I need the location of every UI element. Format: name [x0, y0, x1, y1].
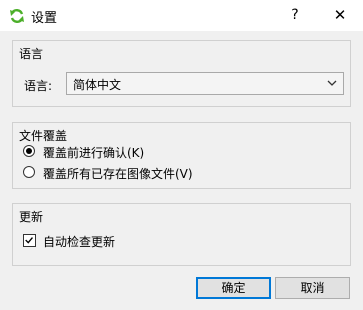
language-select[interactable]: 简体中文	[66, 72, 344, 95]
title-bar: 设置 ? ✕	[0, 0, 363, 31]
group-title-overwrite: 文件覆盖	[19, 129, 68, 143]
overwrite-group: 文件覆盖 覆盖前进行确认(K) 覆盖所有已存在图像文件(V)	[12, 122, 351, 189]
refresh-icon	[10, 9, 24, 23]
radio-overwrite-all[interactable]	[23, 166, 35, 178]
update-group: 更新 自动检查更新	[12, 203, 351, 266]
cancel-button[interactable]: 取消	[275, 277, 350, 299]
auto-check-update-checkbox[interactable]	[23, 234, 36, 247]
help-button[interactable]: ?	[283, 4, 307, 26]
option-label: 覆盖所有已存在图像文件(V)	[43, 167, 193, 181]
ok-button[interactable]: 确定	[196, 277, 271, 299]
language-label: 语言:	[24, 79, 53, 93]
auto-check-update-label: 自动检查更新	[43, 235, 116, 249]
close-button[interactable]: ✕	[327, 4, 353, 26]
chevron-down-icon	[327, 80, 337, 86]
language-group: 语言 语言: 简体中文	[12, 40, 351, 107]
checkmark-icon	[25, 237, 33, 244]
group-title-update: 更新	[19, 210, 44, 224]
option-label: 覆盖前进行确认(K)	[43, 146, 145, 160]
window-title: 设置	[31, 11, 58, 26]
radio-confirm[interactable]	[23, 145, 35, 157]
language-select-value: 简体中文	[73, 78, 122, 92]
group-title-language: 语言	[19, 47, 44, 61]
